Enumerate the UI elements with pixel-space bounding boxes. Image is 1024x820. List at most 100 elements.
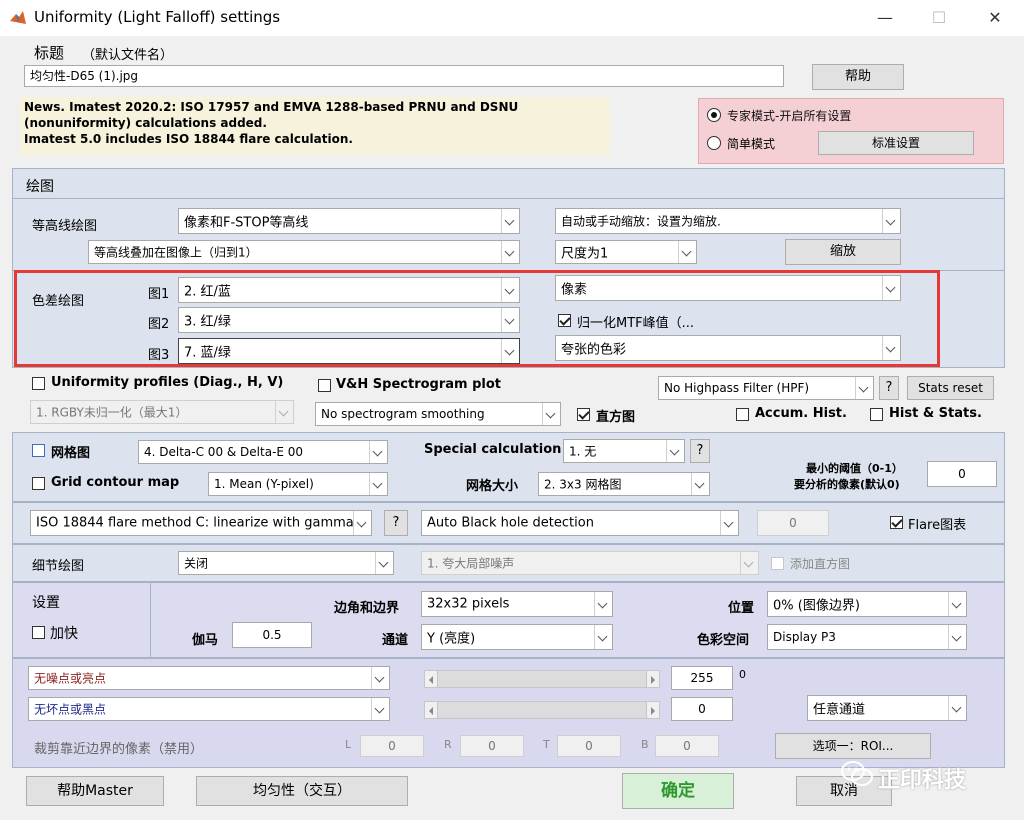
special-calc-dropdown[interactable]: 1. 无 [563,439,685,463]
plots-header: 绘图 [26,179,54,195]
scroll-right-icon [646,671,659,687]
position-dropdown[interactable]: 0% (图像边界) [767,591,967,617]
chevron-down-icon [501,209,519,233]
uniformity-profiles-checkbox[interactable] [32,377,45,390]
news-line-1: News. Imatest 2020.2: ISO 17957 and EMVA… [24,100,519,114]
grid-size-label: 网格大小 [466,479,519,494]
window-title: Uniformity (Light Falloff) settings [34,8,281,26]
news-line-2: (nonuniformity) calculations added. [24,116,267,130]
histogram-label: 直方图 [596,410,636,425]
crop-t-input: 0 [557,735,621,757]
min-threshold-label-2: 要分析的像素(默认0) [794,478,900,491]
grid-contour-label: Grid contour map [51,475,180,490]
help-master-button[interactable]: 帮助Master [26,776,164,806]
chevron-down-icon [882,209,900,233]
standard-settings-button[interactable]: 标准设置 [818,131,974,155]
simple-mode-label: 简单模式 [727,137,776,151]
hpf-dropdown[interactable]: No Highpass Filter (HPF) [658,376,874,400]
histogram-checkbox[interactable] [577,408,590,421]
speedup-checkbox[interactable] [32,626,45,639]
accum-hist-checkbox[interactable] [736,408,749,421]
detail-label: 细节绘图 [32,559,85,574]
scroll-left-icon [425,702,438,718]
zoom-button[interactable]: 缩放 [785,239,901,265]
dead-pixel-scrollbar[interactable] [424,701,660,719]
chevron-down-icon [353,511,371,535]
stats-reset-button[interactable]: Stats reset [907,376,994,400]
watermark-text: 正印科技 [878,768,967,793]
contour-type-dropdown[interactable]: 像素和F-STOP等高线 [178,208,520,234]
close-button[interactable]: ✕ [972,0,1018,36]
news-line-3: Imatest 5.0 includes ISO 18844 flare cal… [24,132,353,146]
colorspace-label: 色彩空间 [697,633,750,648]
ok-button[interactable]: 确定 [622,773,734,809]
vh-spectrogram-checkbox[interactable] [318,379,331,392]
crop-r-input: 0 [460,735,524,757]
hot-pixel-extra: 0 [739,668,746,681]
corner-dropdown[interactable]: 32x32 pixels [421,591,613,617]
settings-label: 设置 [32,595,60,611]
smoothing-dropdown[interactable]: No spectrogram smoothing [315,402,561,426]
vh-spectrogram-label: V&H Spectrogram plot [336,377,502,392]
expert-mode-radio[interactable] [707,108,721,122]
wechat-icon [840,760,874,788]
accum-hist-label: Accum. Hist. [755,406,847,421]
chevron-down-icon [666,440,684,462]
mean-dropdown[interactable]: 1. Mean (Y-pixel) [208,472,388,496]
flare-plot-label: Flare图表 [908,518,967,533]
chevron-down-icon [855,377,873,399]
filename-field[interactable]: 均匀性-D65 (1).jpg [24,65,784,87]
dead-pixel-dropdown[interactable]: 无坏点或黑点 [28,697,390,721]
crop-b-label: B [641,738,649,751]
min-threshold-input[interactable]: 0 [927,461,997,487]
gamma-input[interactable]: 0.5 [232,622,312,648]
hot-pixel-value[interactable]: 255 [671,666,733,690]
flare-plot-checkbox[interactable] [890,516,903,529]
chevron-down-icon [369,473,387,495]
gamma-label: 伽马 [192,633,219,648]
channel-label: 通道 [382,633,409,648]
special-help-button[interactable]: ? [690,439,710,463]
grid-size-dropdown[interactable]: 2. 3x3 网格图 [538,472,710,496]
title-label: 标题 [34,44,65,62]
scale-dropdown[interactable]: 尺度为1 [555,240,697,264]
help-button[interactable]: 帮助 [812,64,904,90]
grid-map-checkbox[interactable] [32,444,45,457]
chevron-down-icon [948,696,966,720]
speedup-label: 加快 [50,626,78,642]
flare-help-button[interactable]: ? [384,510,408,536]
flare-method-dropdown[interactable]: ISO 18844 flare method C: linearize with… [30,510,372,536]
delta-dropdown[interactable]: 4. Delta-C 00 & Delta-E 00 [138,440,388,464]
chevron-down-icon [594,592,612,616]
chevron-down-icon [542,403,560,425]
dead-pixel-value[interactable]: 0 [671,697,733,721]
minimize-button[interactable]: — [862,0,908,36]
channel-dropdown[interactable]: Y (亮度) [421,624,613,650]
hot-pixel-dropdown[interactable]: 无噪点或亮点 [28,666,390,690]
maximize-button: ☐ [931,8,947,27]
noise-dropdown: 1. 夸大局部噪声 [421,551,759,575]
chevron-down-icon [948,625,966,649]
colorspace-dropdown[interactable]: Display P3 [767,624,967,650]
uniformity-interactive-button[interactable]: 均匀性（交互） [196,776,408,806]
any-channel-dropdown[interactable]: 任意通道 [807,695,967,721]
chevron-down-icon [691,473,709,495]
roi-options-button[interactable]: 选项一：ROI... [775,733,931,759]
detail-state-dropdown[interactable]: 关闭 [178,551,394,575]
chevron-down-icon [275,401,293,423]
chevron-down-icon [501,241,519,263]
black-hole-dropdown[interactable]: Auto Black hole detection [421,510,739,536]
chevron-down-icon [948,592,966,616]
corner-label: 边角和边界 [334,601,400,616]
contour-overlay-dropdown[interactable]: 等高线叠加在图像上（归到1） [88,240,520,264]
matlab-icon [9,9,27,27]
zoom-mode-dropdown[interactable]: 自动或手动缩放：设置为缩放. [555,208,901,234]
grid-contour-checkbox[interactable] [32,477,45,490]
hist-stats-checkbox[interactable] [870,408,883,421]
chevron-down-icon [720,511,738,535]
hot-pixel-scrollbar[interactable] [424,670,660,688]
simple-mode-radio[interactable] [707,136,721,150]
crop-l-label: L [345,738,352,751]
crop-r-label: R [444,738,452,751]
hpf-help-button[interactable]: ? [879,376,899,400]
